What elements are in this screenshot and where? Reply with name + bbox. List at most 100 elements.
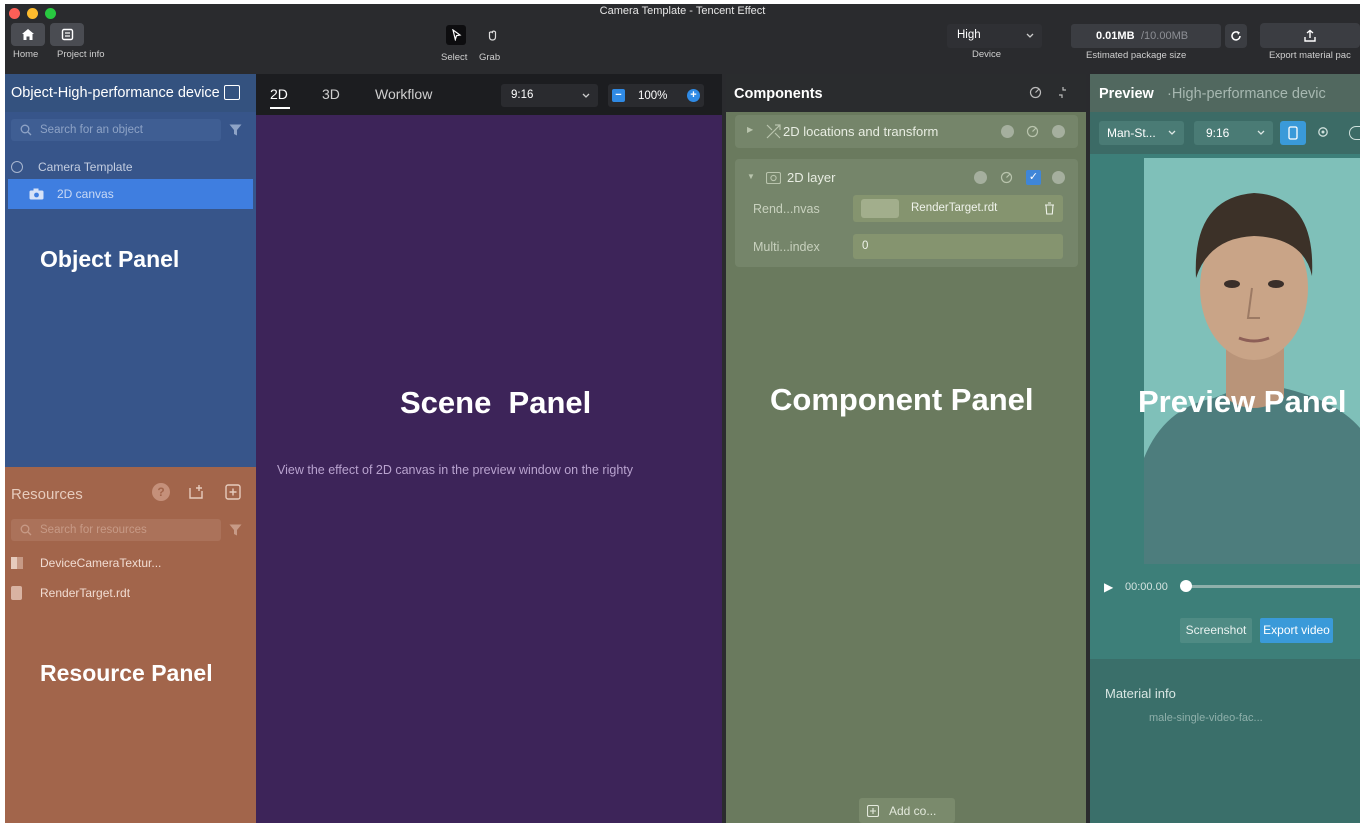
preview-header: Preview ·High-performance devic — [1090, 74, 1360, 112]
field-label: Rend...nvas — [753, 202, 820, 216]
preview-ratio-select[interactable]: 9:16 — [1194, 121, 1273, 145]
chevron-down-icon — [1257, 130, 1265, 135]
help-icon[interactable] — [974, 171, 987, 184]
aspect-ratio-select[interactable]: 9:16 — [501, 84, 598, 107]
home-label: Home — [13, 49, 39, 60]
scene-node-icon — [11, 161, 23, 173]
location-pin-icon[interactable] — [1316, 126, 1330, 140]
project-info-label: Project info — [57, 49, 105, 60]
playback-track[interactable] — [1183, 585, 1360, 588]
component-2d-locations[interactable]: ▶ 2D locations and transform — [735, 115, 1078, 148]
resource-search-placeholder: Search for resources — [40, 524, 147, 536]
playback-scrubber[interactable] — [1180, 580, 1192, 592]
model-value: Man-St... — [1107, 126, 1156, 140]
tab-2d[interactable]: 2D — [270, 86, 288, 102]
chevron-down-icon — [1026, 33, 1034, 38]
model-select[interactable]: Man-St... — [1099, 121, 1184, 145]
reset-icon[interactable] — [1029, 86, 1042, 99]
home-button[interactable] — [11, 23, 45, 46]
settings-icon[interactable] — [1052, 171, 1065, 184]
export-material-button[interactable] — [1260, 23, 1360, 48]
reset-icon[interactable] — [1000, 171, 1013, 184]
multi-index-field[interactable]: 0 — [853, 234, 1063, 259]
refresh-icon — [1231, 31, 1241, 41]
zoom-control: − 100% + — [608, 84, 704, 107]
render-target-thumbnail — [861, 199, 899, 218]
object-panel: Object-High-performance device Search fo… — [5, 74, 256, 467]
field-label: Multi...index — [753, 240, 820, 254]
preview-viewport[interactable]: Preview Panel ▶ 00:00.00 Screenshot Expo… — [1090, 154, 1360, 659]
material-name: male-single-video-fac... — [1149, 712, 1263, 724]
component-panel-overlay-label: Component Panel — [770, 382, 1034, 417]
grab-label: Grab — [479, 52, 501, 63]
transform-icon — [766, 124, 781, 139]
render-target-field[interactable]: RenderTarget.rdt — [853, 195, 1063, 222]
reset-icon[interactable] — [1026, 125, 1039, 138]
preview-toolbar: Man-St... 9:16 — [1090, 112, 1360, 154]
window-title: Camera Template - Tencent Effect — [599, 5, 766, 17]
package-size-limit: /10.00MB — [1141, 30, 1189, 42]
title-bar: Camera Template - Tencent Effect Home Pr… — [5, 4, 1360, 74]
filter-icon[interactable] — [229, 124, 242, 136]
scene-panel-overlay-label: Scene Panel — [400, 385, 592, 420]
collapse-all-icon[interactable] — [1056, 86, 1069, 99]
grab-tool-button[interactable] — [482, 25, 502, 45]
person-portrait-image — [1144, 193, 1360, 564]
hand-icon — [488, 30, 496, 41]
resource-search-input[interactable]: Search for resources — [11, 519, 221, 541]
camera-icon — [766, 171, 781, 184]
enable-checkbox[interactable]: ✓ — [1026, 170, 1041, 185]
quality-select[interactable]: High — [947, 24, 1042, 48]
project-info-button[interactable] — [50, 23, 84, 46]
collapse-arrow-icon[interactable]: ▼ — [747, 172, 755, 181]
object-panel-overlay-label: Object Panel — [40, 246, 180, 272]
material-info-section: Material info male-single-video-fac... — [1090, 659, 1360, 823]
add-component-button[interactable]: Add co... — [859, 798, 955, 823]
preview-title: Preview — [1099, 86, 1154, 102]
upload-icon — [1304, 29, 1316, 42]
collapse-panel-icon[interactable] — [224, 85, 240, 100]
select-tool-button[interactable] — [446, 25, 466, 45]
object-panel-header: Object-High-performance device — [5, 74, 256, 112]
help-icon[interactable]: ? — [152, 483, 170, 501]
filter-icon[interactable] — [229, 524, 242, 536]
object-search-placeholder: Search for an object — [40, 124, 143, 136]
help-icon[interactable] — [1001, 125, 1014, 138]
select-label: Select — [441, 52, 468, 63]
phone-view-button[interactable] — [1280, 121, 1306, 145]
component-2d-layer: ▼ 2D layer ✓ Rend...nvas RenderTarget.rd… — [735, 159, 1078, 267]
refresh-button[interactable] — [1225, 24, 1247, 48]
components-panel: Components ▶ 2D locations and transform … — [726, 74, 1086, 823]
home-icon — [22, 29, 34, 40]
resource-item-label: RenderTarget.rdt — [40, 586, 131, 600]
project-info-icon — [61, 28, 73, 41]
tree-item-label: 2D canvas — [57, 187, 114, 201]
tab-workflow[interactable]: Workflow — [375, 86, 432, 102]
add-resource-icon[interactable] — [225, 484, 241, 500]
tree-item-2d-canvas[interactable]: 2D canvas — [8, 179, 253, 209]
search-icon — [20, 524, 32, 536]
preview-photo — [1144, 158, 1360, 564]
tree-item-label: Camera Template — [38, 160, 133, 174]
zoom-in-button[interactable]: + — [687, 89, 700, 102]
export-video-button[interactable]: Export video — [1260, 618, 1333, 643]
scene-panel[interactable]: Scene Panel View the effect of 2D canvas… — [256, 115, 722, 823]
resources-panel: Resources ? Search for resources DeviceC… — [5, 467, 256, 823]
object-search-input[interactable]: Search for an object — [11, 119, 221, 141]
phone-icon — [1288, 126, 1298, 140]
preview-panel-overlay-label: Preview Panel — [1138, 384, 1347, 419]
package-size-caption: Estimated package size — [1086, 50, 1187, 61]
settings-icon[interactable] — [1052, 125, 1065, 138]
play-icon[interactable]: ▶ — [1104, 580, 1113, 594]
screenshot-button[interactable]: Screenshot — [1180, 618, 1252, 643]
zoom-out-button[interactable]: − — [612, 89, 625, 102]
search-icon — [20, 124, 32, 136]
resource-item-device-camera-texture[interactable]: DeviceCameraTextur... — [11, 553, 251, 573]
tree-item-camera-template[interactable]: Camera Template — [11, 157, 251, 177]
aspect-ratio-value: 9:16 — [511, 89, 534, 101]
resource-item-render-target[interactable]: RenderTarget.rdt — [11, 583, 251, 603]
trash-icon[interactable] — [1044, 202, 1055, 215]
more-icon[interactable] — [1349, 126, 1360, 140]
new-folder-icon[interactable] — [188, 484, 204, 500]
tab-3d[interactable]: 3D — [322, 86, 340, 102]
